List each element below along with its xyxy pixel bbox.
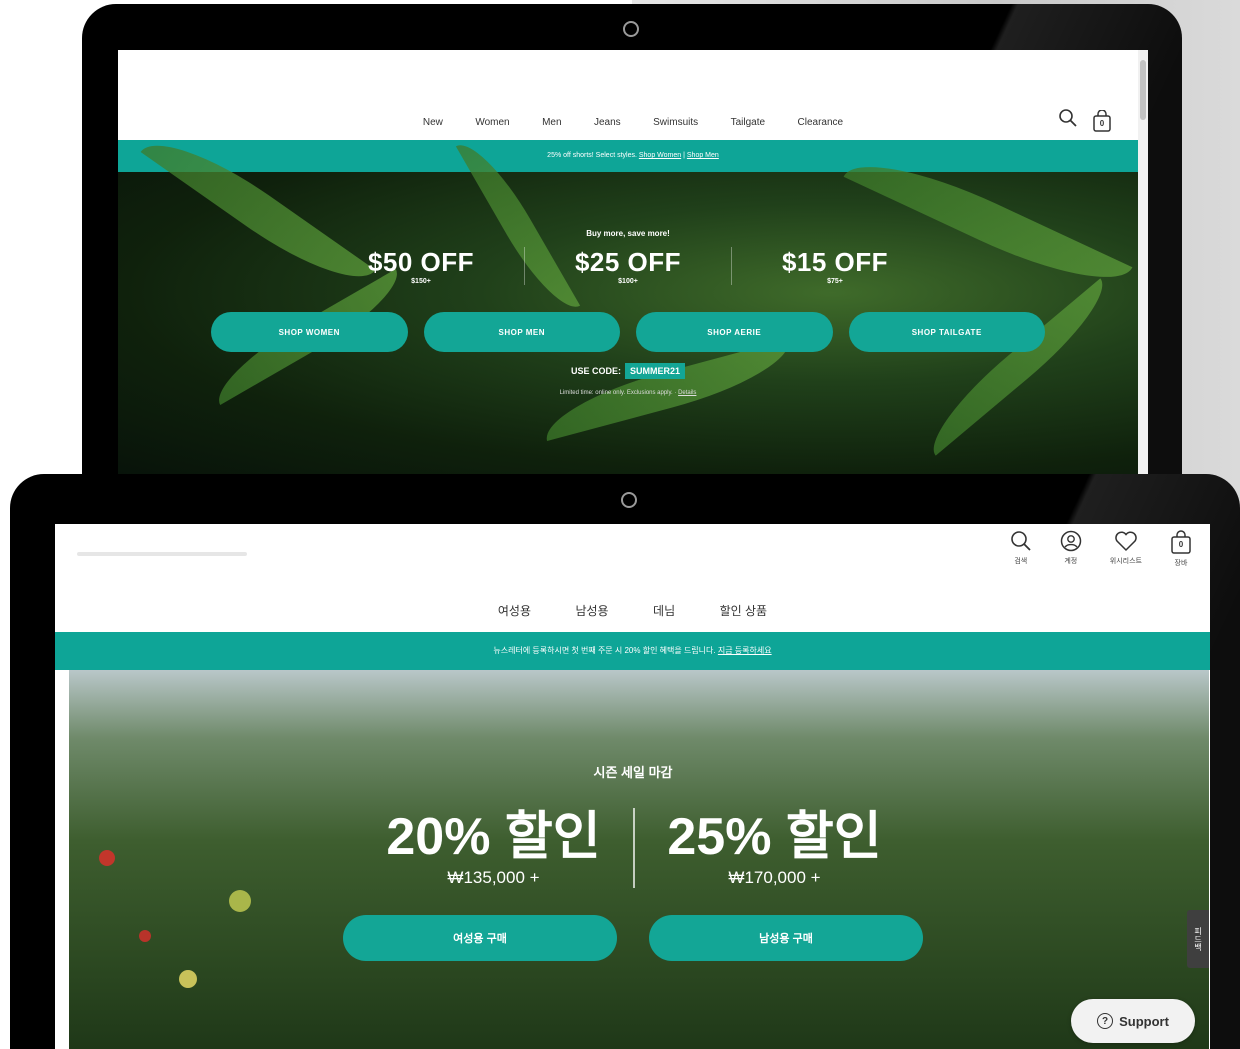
- fine-print-text: Limited time: online only. Exclusions ap…: [559, 390, 673, 396]
- offer-amount: $25 OFF: [574, 247, 682, 277]
- account-button[interactable]: 계정: [1060, 530, 1082, 568]
- promo-bar: 25% off shorts! Select styles. Shop Wome…: [118, 140, 1148, 172]
- bottom-header-icons: 검색 계정 위시리스트 0 장바: [1010, 530, 1192, 568]
- laptop-top: New Women Men Jeans Swimsuits Tailgate C…: [82, 4, 1182, 474]
- nav-item-clearance[interactable]: Clearance: [798, 117, 844, 128]
- scrollbar-thumb[interactable]: [1140, 60, 1146, 120]
- top-header-icons: 0: [1058, 108, 1112, 133]
- nav-item-tailgate[interactable]: Tailgate: [731, 117, 765, 128]
- offer-item: $25 OFF $100+: [525, 247, 732, 285]
- offer-minimum: $150+: [411, 278, 431, 285]
- hero-banner: Buy more, save more! $50 OFF $150+ $25 O…: [118, 120, 1138, 474]
- promo-code-value: SUMMER21: [625, 363, 686, 379]
- account-label: 계정: [1064, 558, 1078, 565]
- promo-text: 뉴스레터에 등록하시면 첫 번째 주문 시 20% 할인 혜택을 드립니다.: [493, 646, 716, 655]
- nav-item-swimsuits[interactable]: Swimsuits: [653, 117, 698, 128]
- feedback-tab[interactable]: 피드백: [1187, 910, 1209, 968]
- offer-amount: 25% 할인: [667, 808, 882, 866]
- nav-item-men[interactable]: 남성용: [575, 602, 608, 619]
- camera-icon: [621, 492, 637, 508]
- scrollbar[interactable]: [1138, 50, 1148, 474]
- wishlist-button[interactable]: 위시리스트: [1110, 530, 1142, 568]
- offer-minimum: ₩170,000 +: [728, 868, 821, 887]
- offer-amount: $15 OFF: [781, 247, 889, 277]
- top-screen: New Women Men Jeans Swimsuits Tailgate C…: [118, 50, 1148, 474]
- nav-item-denim[interactable]: 데님: [653, 602, 675, 619]
- shop-women-button[interactable]: SHOP WOMEN: [211, 312, 408, 352]
- hero-tagline: Buy more, save more!: [586, 229, 670, 238]
- offer-item: 20% 할인 ₩135,000 +: [354, 808, 635, 888]
- wishlist-label: 위시리스트: [1109, 558, 1142, 565]
- promo-code-label: USE CODE:: [570, 366, 621, 376]
- nav-item-jeans[interactable]: Jeans: [594, 117, 621, 128]
- details-link[interactable]: Details: [678, 390, 696, 396]
- top-main-nav: New Women Men Jeans Swimsuits Tailgate C…: [118, 112, 1148, 130]
- offer-minimum: ₩135,000 +: [447, 868, 540, 887]
- logo[interactable]: [77, 552, 247, 556]
- nav-item-men[interactable]: Men: [542, 117, 561, 128]
- offer-list: $50 OFF $150+ $25 OFF $100+ $15 OFF $75+: [318, 247, 938, 285]
- shop-aerie-button[interactable]: SHOP AERIE: [636, 312, 833, 352]
- bottom-screen: 검색 계정 위시리스트 0 장바 여성용 남성용 데님 할인 상품 뉴스레터에 …: [55, 524, 1210, 1049]
- hero-tagline: 시즌 세일 마감: [593, 765, 673, 780]
- offer-minimum: $100+: [618, 278, 638, 285]
- bottom-main-nav: 여성용 남성용 데님 할인 상품: [55, 602, 1210, 620]
- support-button[interactable]: ? Support: [1071, 999, 1195, 1043]
- offer-item: 25% 할인 ₩170,000 +: [635, 808, 914, 888]
- nav-item-women[interactable]: 여성용: [498, 602, 531, 619]
- promo-text: 25% off shorts! Select styles.: [547, 152, 637, 159]
- showcase-stage: New Women Men Jeans Swimsuits Tailgate C…: [0, 0, 1240, 1049]
- help-icon: ?: [1097, 1013, 1114, 1029]
- nav-item-sale[interactable]: 할인 상품: [720, 602, 768, 619]
- shop-women-button[interactable]: 여성용 구매: [343, 915, 617, 961]
- promo-link-women[interactable]: Shop Women: [639, 152, 681, 159]
- offer-amount: $50 OFF: [367, 247, 475, 277]
- camera-icon: [623, 21, 639, 37]
- bag-icon: 0: [1170, 530, 1192, 554]
- bag-label: 장바: [1174, 560, 1188, 567]
- hero-banner: 시즌 세일 마감 20% 할인 ₩135,000 + 25% 할인 ₩170,0…: [69, 670, 1209, 1049]
- offer-minimum: $75+: [827, 278, 843, 285]
- support-label: Support: [1119, 1013, 1169, 1029]
- promo-code: USE CODE: SUMMER21: [118, 363, 1138, 379]
- search-label: 검색: [1014, 558, 1028, 565]
- offer-item: $15 OFF $75+: [732, 247, 938, 285]
- search-icon[interactable]: [1058, 108, 1078, 133]
- shop-men-button[interactable]: 남성용 구매: [649, 915, 923, 961]
- shop-tailgate-button[interactable]: SHOP TAILGATE: [848, 312, 1045, 352]
- offer-list: 20% 할인 ₩135,000 + 25% 할인 ₩170,000 +: [354, 808, 914, 888]
- promo-link-men[interactable]: Shop Men: [687, 152, 719, 159]
- promo-bar: 뉴스레터에 등록하시면 첫 번째 주문 시 20% 할인 혜택을 드립니다. 지…: [55, 632, 1210, 670]
- search-icon: [1010, 531, 1031, 551]
- nav-item-new[interactable]: New: [423, 117, 443, 128]
- offer-amount: 20% 할인: [386, 808, 601, 866]
- bag-count: 0: [1178, 540, 1184, 549]
- search-button[interactable]: 검색: [1010, 530, 1032, 568]
- heart-icon: [1115, 531, 1137, 552]
- fine-print: Limited time: online only. Exclusions ap…: [559, 390, 697, 396]
- account-icon: [1060, 530, 1082, 552]
- offer-item: $50 OFF $150+: [318, 247, 525, 285]
- bag-button[interactable]: 0 장바: [1170, 530, 1192, 568]
- cta-buttons: SHOP WOMEN SHOP MEN SHOP AERIE SHOP TAIL…: [211, 312, 1045, 352]
- laptop-bottom: 검색 계정 위시리스트 0 장바 여성용 남성용 데님 할인 상품 뉴스레터에 …: [10, 474, 1240, 1049]
- cta-buttons: 여성용 구매 남성용 구매: [343, 915, 923, 961]
- bag-icon[interactable]: 0: [1092, 108, 1112, 132]
- shop-men-button[interactable]: SHOP MEN: [423, 312, 620, 352]
- nav-item-women[interactable]: Women: [475, 117, 509, 128]
- bag-count: 0: [1099, 118, 1105, 128]
- promo-signup-link[interactable]: 지금 등록하세요: [718, 646, 772, 655]
